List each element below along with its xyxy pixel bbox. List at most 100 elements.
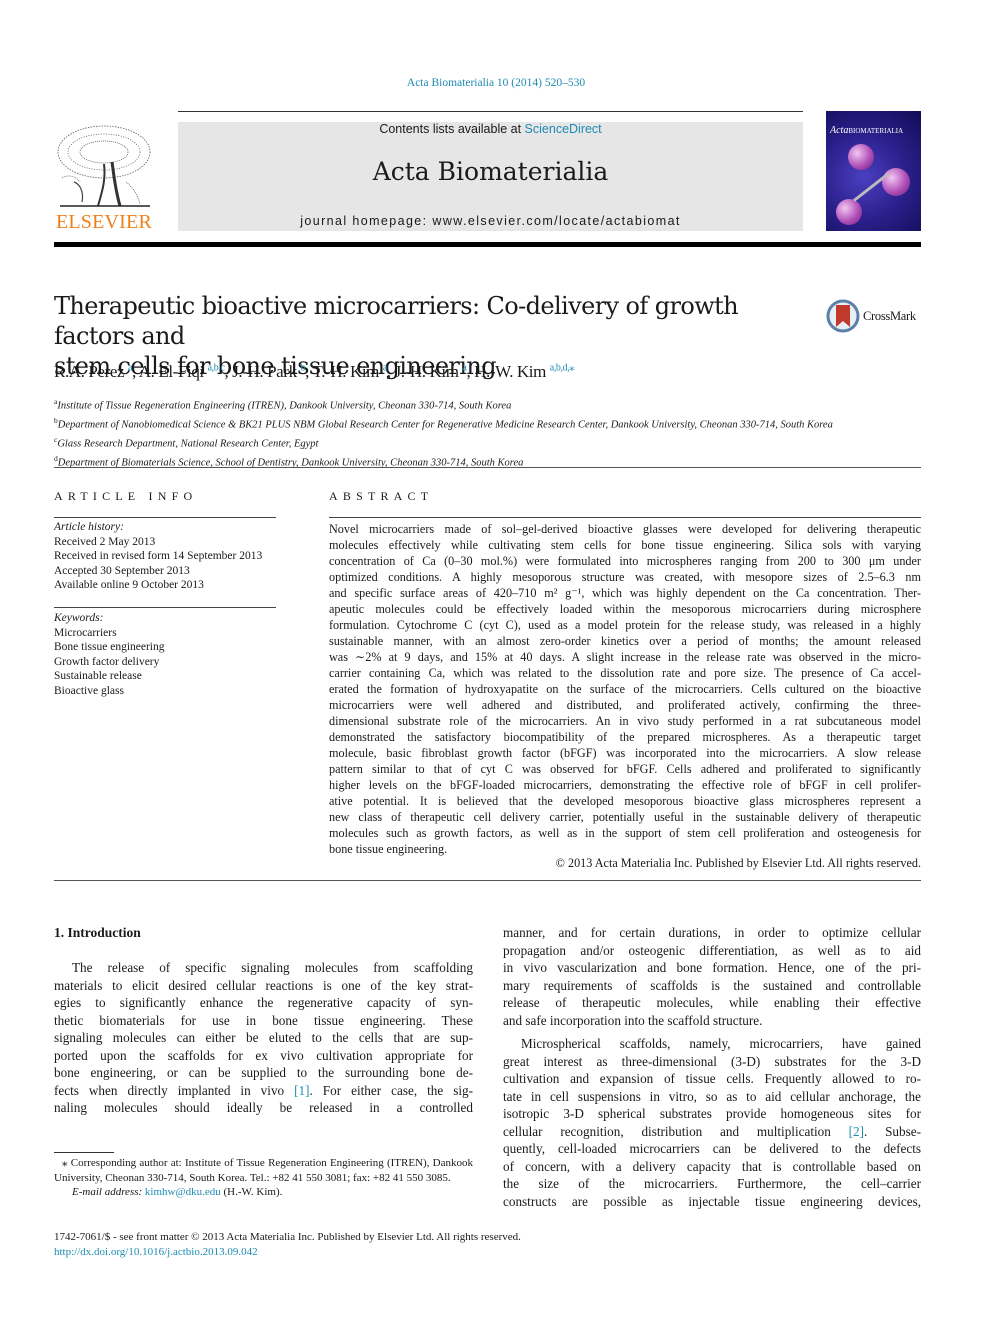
abstract-rule <box>329 517 921 518</box>
body-line: and safe incorporation into the scaffold… <box>503 1012 763 1028</box>
body-line: tate in cell suspensions in vitro, so as… <box>503 1088 921 1104</box>
crossmark-icon <box>826 299 860 333</box>
citation-link-2[interactable]: [2] <box>849 1124 864 1139</box>
cover-title-caps: BIOMATERIALIA <box>848 127 904 135</box>
author-affiliation-marker[interactable]: a <box>462 362 466 373</box>
abstract-line: ative potential. It is believed that the… <box>329 794 921 808</box>
email-line: E-mail address: kimhw@dku.edu (H.-W. Kim… <box>72 1186 283 1198</box>
abstract-line: higher levels on the bFGF-loaded microca… <box>329 778 921 792</box>
page-footer: 1742-7061/$ - see front matter © 2013 Ac… <box>54 1230 521 1259</box>
author-affiliation-marker[interactable]: a <box>128 362 132 373</box>
affiliation: aInstitute of Tissue Regeneration Engine… <box>54 397 512 412</box>
body-line: fects when directly implanted in vivo [1… <box>54 1082 473 1098</box>
journal-cover-image[interactable]: ActaBIOMATERIALIA <box>826 111 921 231</box>
abstract-heading: ABSTRACT <box>329 489 434 503</box>
author[interactable]: J.-H. Park b <box>232 362 305 381</box>
cover-title-italic: Acta <box>830 125 849 136</box>
author[interactable]: H.-W. Kim a,b,d,⁎ <box>474 362 574 381</box>
keyword: Bioactive glass <box>54 684 124 697</box>
affiliation: bDepartment of Nanobiomedical Science & … <box>54 416 833 431</box>
cover-sphere-3 <box>836 199 862 225</box>
abstract-line: microcarriers were well adhered and dist… <box>329 698 921 712</box>
keywords: Keywords: Microcarriers Bone tissue engi… <box>54 611 165 698</box>
keywords-rule <box>54 607 276 608</box>
abstract-line: molecules effectively while cultivating … <box>329 538 921 552</box>
affiliations: aInstitute of Tissue Regeneration Engine… <box>54 395 924 471</box>
author-affiliation-marker[interactable]: a,b,d,⁎ <box>550 362 575 373</box>
abstract-line: apeutic molecules could be effectively l… <box>329 602 921 616</box>
author-list: R.A. Perez a, A. El-Fiqi a,b,c, J.-H. Pa… <box>54 362 574 381</box>
contents-availability: Contents lists available at ScienceDirec… <box>178 122 803 136</box>
author-affiliation-marker[interactable]: a <box>383 362 387 373</box>
abstract-line: bone tissue engineering. <box>329 842 448 856</box>
body-line: cultivation and expansion of tissue cell… <box>503 1071 921 1086</box>
body-column-right: manner, and for certain durations, in or… <box>503 924 921 1210</box>
footnote-rule <box>54 1152 114 1153</box>
sciencedirect-link[interactable]: ScienceDirect <box>525 122 602 136</box>
abstract-line: new class of therapeutic cell delivery c… <box>329 810 921 824</box>
abstract-line: was ∼2% at 9 days, and 15% at 40 days. A… <box>329 650 921 664</box>
section-heading-introduction: 1. Introduction <box>54 925 141 940</box>
body-line: signaling molecules can either be eluted… <box>54 1030 473 1045</box>
body-line: mary requirements of scaffolds is the su… <box>503 977 921 993</box>
homepage-prefix: journal homepage: <box>300 214 433 228</box>
author[interactable]: R.A. Perez a <box>54 362 132 381</box>
body-line: release of therapeutic molecules, while … <box>503 995 921 1010</box>
author-affiliation-marker[interactable]: b <box>301 362 306 373</box>
body-line: thetic biomaterials for use in bone tiss… <box>54 1012 473 1028</box>
crossmark-button[interactable]: CrossMark <box>826 297 926 335</box>
cover-sphere-1 <box>848 144 874 170</box>
front-matter-note: 1742-7061/$ - see front matter © 2013 Ac… <box>54 1231 521 1243</box>
body-line: of concern, with a delivery capacity tha… <box>503 1158 921 1174</box>
history-item: Received in revised form 14 September 20… <box>54 550 263 562</box>
header-rule <box>178 111 803 112</box>
citation-link-1[interactable]: [1] <box>294 1083 309 1098</box>
history-item: Received 2 May 2013 <box>54 535 156 548</box>
abstract-line: dimensional substrate role of the microc… <box>329 714 921 728</box>
email-link[interactable]: kimhw@dku.edu <box>145 1186 221 1198</box>
abstract-line: pattern similar to that of cyt C was obs… <box>329 762 921 776</box>
keywords-label: Keywords: <box>54 612 104 624</box>
affiliations-rule <box>54 467 921 468</box>
author[interactable]: T.-H. Kim a <box>313 362 388 381</box>
author-affiliation-marker[interactable]: a,b,c <box>208 362 225 373</box>
body-line: ported upon the scaffolds for ex vivo cu… <box>54 1047 473 1063</box>
body-line: egies to significantly enhance the regen… <box>54 995 473 1010</box>
keyword: Bone tissue engineering <box>54 641 165 653</box>
crossmark-label: CrossMark <box>863 308 916 323</box>
keyword: Microcarriers <box>54 626 117 639</box>
abstract-line: Novel microcarriers made of sol–gel-deri… <box>329 522 921 536</box>
author[interactable]: J.-H. Kim a <box>395 362 467 381</box>
abstract-line: concentration of Ca (0–30 mol.%) were fo… <box>329 554 921 568</box>
body-line: quently, cell-loaded microcarriers can b… <box>503 1141 921 1156</box>
journal-reference-link[interactable]: Acta Biomaterialia 10 (2014) 520–530 <box>0 77 992 89</box>
body-line: materials to elicit desired cellular rea… <box>54 977 473 993</box>
title-line-1: Therapeutic bioactive microcarriers: Co-… <box>54 292 739 350</box>
affiliation: dDepartment of Biomaterials Science, Sch… <box>54 454 524 469</box>
abstract-text: Novel microcarriers made of sol–gel-deri… <box>329 521 921 857</box>
body-line: cellular recognition, distribution and m… <box>503 1123 921 1139</box>
contents-prefix: Contents lists available at <box>379 122 525 136</box>
body-line: in vivo vascularization and bone formati… <box>503 960 921 975</box>
author[interactable]: A. El-Fiqi a,b,c <box>139 362 225 381</box>
body-line: bone engineering, or can be supplied to … <box>54 1065 473 1080</box>
abstract-line: carrier containing Ca, which was related… <box>329 666 921 680</box>
body-line: great interest as three-dimensional (3-D… <box>503 1053 921 1069</box>
homepage-url-link[interactable]: www.elsevier.com/locate/actabiomat <box>432 214 680 228</box>
history-item: Available online 9 October 2013 <box>54 579 204 591</box>
abstract-line: erated the formation of hydroxyapatite o… <box>329 682 921 696</box>
abstract-line: molecule, basic fibroblast growth factor… <box>329 746 921 760</box>
abstract-line: formulation. Cytochrome C (cyt C), used … <box>329 618 921 632</box>
doi-link[interactable]: http://dx.doi.org/10.1016/j.actbio.2013.… <box>54 1246 258 1258</box>
body-line: isotropic 3-D spherical substrates provi… <box>503 1106 921 1121</box>
corresponding-author-note: ⁎ Corresponding author at: Institute of … <box>54 1157 473 1184</box>
article-history: Article history: Received 2 May 2013 Rec… <box>54 520 262 593</box>
article-info-rule <box>54 517 276 518</box>
elsevier-wordmark: ELSEVIER <box>55 211 153 233</box>
keyword: Sustainable release <box>54 670 142 682</box>
body-line: manner, and for certain durations, in or… <box>503 925 921 940</box>
journal-title: Acta Biomaterialia <box>372 157 609 186</box>
body-line: constructs are possible as injectable ti… <box>503 1193 921 1209</box>
keyword: Growth factor delivery <box>54 655 160 668</box>
email-label: E-mail address: <box>72 1186 143 1198</box>
